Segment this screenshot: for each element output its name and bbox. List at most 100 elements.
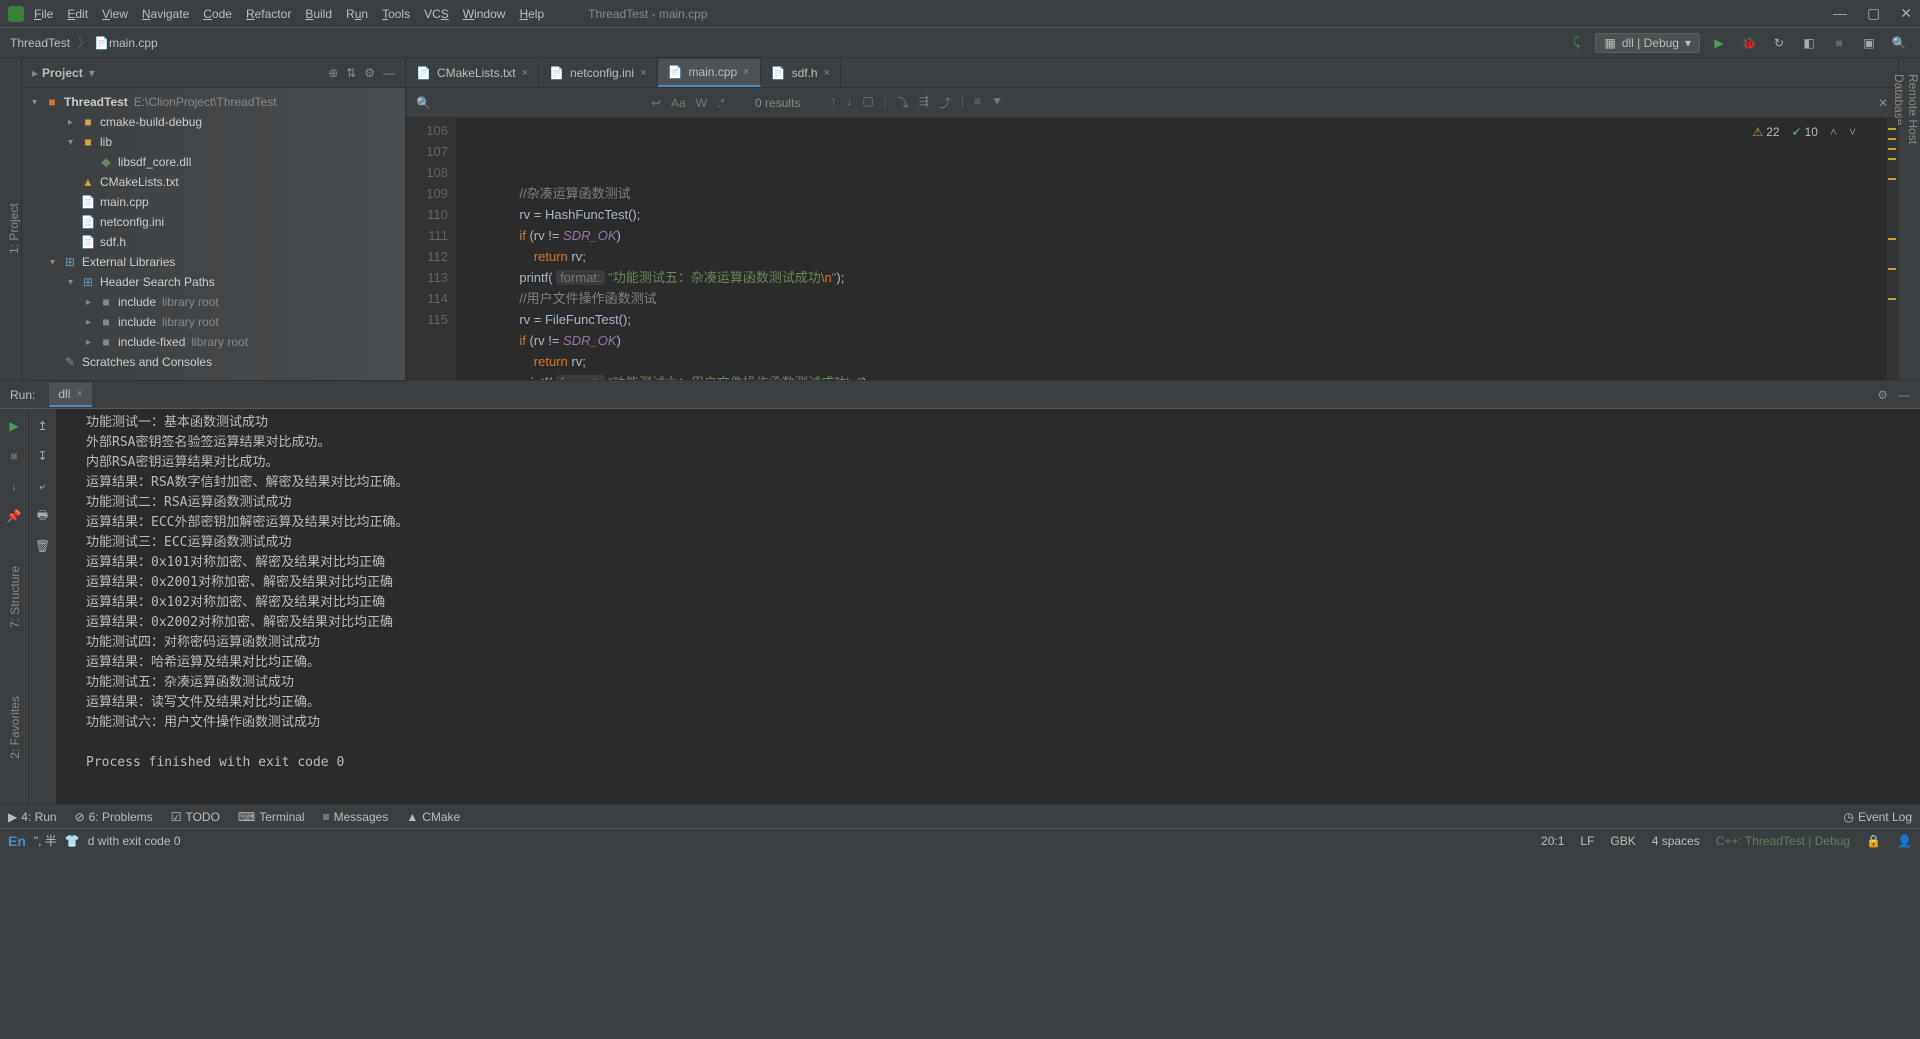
locate-icon[interactable]: ⊕: [328, 66, 338, 80]
select-all-icon[interactable]: ▢: [862, 94, 873, 111]
tree-item[interactable]: ◆libsdf_core.dll: [22, 152, 405, 172]
caret-position[interactable]: 20:1: [1541, 834, 1564, 848]
prev-search-icon[interactable]: ↩: [651, 96, 661, 110]
minimize-panel-icon[interactable]: —: [1898, 388, 1910, 402]
lock-icon[interactable]: 🔒: [1866, 834, 1881, 848]
menu-build[interactable]: Build: [305, 7, 332, 21]
up-stack-icon[interactable]: ↥: [32, 415, 54, 437]
menu-file[interactable]: File: [34, 7, 53, 21]
tree-item[interactable]: ▸■includelibrary root: [22, 312, 405, 332]
tree-item[interactable]: 📄main.cpp: [22, 192, 405, 212]
tab-todo[interactable]: ☑ TODO: [171, 810, 220, 824]
project-tree[interactable]: ▾ ■ ThreadTest E:\ClionProject\ThreadTes…: [22, 88, 405, 380]
tree-item[interactable]: 📄sdf.h: [22, 232, 405, 252]
menu-tools[interactable]: Tools: [382, 7, 410, 21]
match-case-icon[interactable]: Aa: [671, 96, 686, 110]
ime-indicator[interactable]: En: [8, 833, 26, 849]
tree-item[interactable]: ▾⊞Header Search Paths: [22, 272, 405, 292]
tree-item[interactable]: ✎Scratches and Consoles: [22, 352, 405, 372]
select-occ-icon[interactable]: ⇶: [919, 94, 929, 111]
editor-tab[interactable]: 📄CMakeLists.txt×: [406, 59, 539, 87]
close-icon[interactable]: ×: [522, 67, 528, 79]
close-icon[interactable]: ×: [743, 66, 749, 78]
stripe-project-tab[interactable]: 1: Project: [7, 78, 21, 380]
stop-run-button[interactable]: ■: [3, 445, 25, 467]
menu-navigate[interactable]: Navigate: [142, 7, 189, 21]
code-editor[interactable]: 22 10 ˄ ˅ //杂凑运算函数测试 rv = HashFuncTest()…: [456, 118, 1886, 380]
gear-icon[interactable]: ⚙: [1877, 388, 1888, 402]
next-match-icon[interactable]: ↓: [846, 94, 852, 111]
run-tab-dll[interactable]: dll ×: [49, 383, 91, 407]
ok-count[interactable]: 10: [1792, 122, 1818, 143]
ime-shirt-icon[interactable]: 👕: [65, 834, 80, 848]
tab-cmake[interactable]: ▲ CMake: [406, 810, 460, 824]
expand-icon[interactable]: ⇅: [346, 66, 356, 80]
menu-run[interactable]: Run: [346, 7, 368, 21]
hide-icon[interactable]: —: [383, 66, 395, 80]
error-stripe[interactable]: [1886, 118, 1898, 380]
menu-refactor[interactable]: Refactor: [246, 7, 291, 21]
exit-button[interactable]: ↓: [3, 475, 25, 497]
regex-icon[interactable]: .*: [717, 96, 725, 110]
pin-button[interactable]: 📌: [3, 505, 25, 527]
build-context[interactable]: C++: ThreadTest | Debug: [1716, 834, 1850, 848]
print-icon[interactable]: 🖶: [32, 505, 54, 527]
run-button[interactable]: ▶: [1708, 32, 1730, 54]
line-ending[interactable]: LF: [1580, 834, 1594, 848]
tree-item[interactable]: ▸■includelibrary root: [22, 292, 405, 312]
coverage-button[interactable]: ↻: [1768, 32, 1790, 54]
menu-edit[interactable]: Edit: [67, 7, 88, 21]
menu-code[interactable]: Code: [203, 7, 232, 21]
tree-item[interactable]: ▲CMakeLists.txt: [22, 172, 405, 192]
tree-item[interactable]: ▸■cmake-build-debug: [22, 112, 405, 132]
close-icon[interactable]: ×: [824, 67, 830, 79]
menu-help[interactable]: Help: [519, 7, 544, 21]
filter-settings-icon[interactable]: ≡: [974, 94, 981, 111]
close-button[interactable]: ✕: [1900, 5, 1912, 22]
words-icon[interactable]: W: [696, 96, 707, 110]
maximize-button[interactable]: ▢: [1867, 5, 1880, 22]
console-output[interactable]: 功能测试一：基本函数测试成功 外部RSA密钥签名验签运算结果对比成功。 内部RS…: [56, 409, 1920, 804]
rerun-button[interactable]: ▶: [3, 415, 25, 437]
editor-tab[interactable]: 📄netconfig.ini×: [539, 59, 657, 87]
clear-icon[interactable]: 🗑: [32, 535, 54, 557]
prev-match-icon[interactable]: ↑: [830, 94, 836, 111]
tab-event-log[interactable]: ◷ Event Log: [1843, 810, 1912, 824]
filter-icon[interactable]: ▼: [991, 94, 1003, 111]
file-encoding[interactable]: GBK: [1610, 834, 1635, 848]
search-everywhere-icon[interactable]: 🔍: [1888, 32, 1910, 54]
run-config-selector[interactable]: ▦ dll | Debug ▾: [1595, 33, 1700, 53]
breadcrumb-project[interactable]: ThreadTest: [10, 36, 70, 50]
indent-setting[interactable]: 4 spaces: [1652, 834, 1700, 848]
remove-occ-icon[interactable]: ⤴: [939, 94, 951, 111]
tree-item[interactable]: ▾⊞External Libraries: [22, 252, 405, 272]
nav-down-icon[interactable]: ˅: [1849, 122, 1856, 143]
nav-up-icon[interactable]: ˄: [1830, 122, 1837, 143]
profile-button[interactable]: ◧: [1798, 32, 1820, 54]
wrap-icon[interactable]: ⤶: [32, 475, 54, 497]
close-icon[interactable]: ×: [640, 67, 646, 79]
editor-tab[interactable]: 📄sdf.h×: [761, 59, 841, 87]
tree-item[interactable]: ▸■include-fixedlibrary root: [22, 332, 405, 352]
stripe-remote-host[interactable]: Remote Host: [1906, 68, 1920, 380]
stripe-favorites-tab[interactable]: 2: Favorites: [8, 690, 22, 765]
tree-root[interactable]: ▾ ■ ThreadTest E:\ClionProject\ThreadTes…: [22, 92, 405, 112]
tab-terminal[interactable]: ⌨ Terminal: [238, 810, 305, 824]
ime-half-icon[interactable]: ", 半: [34, 832, 57, 849]
search-input[interactable]: [441, 95, 641, 110]
minimize-button[interactable]: —: [1833, 5, 1847, 22]
add-selection-icon[interactable]: ⤵: [897, 94, 909, 111]
down-stack-icon[interactable]: ↧: [32, 445, 54, 467]
menu-window[interactable]: Window: [463, 7, 506, 21]
settings-icon[interactable]: ⚙: [364, 66, 375, 80]
inspector-icon[interactable]: 👤: [1897, 834, 1912, 848]
project-panel-title[interactable]: Project: [42, 66, 83, 80]
tree-item[interactable]: ▾■lib: [22, 132, 405, 152]
editor-tab[interactable]: 📄main.cpp×: [658, 59, 761, 87]
menu-view[interactable]: View: [102, 7, 128, 21]
debug-button[interactable]: 🐞: [1738, 32, 1760, 54]
inspection-indicators[interactable]: 22 10 ˄ ˅: [1752, 122, 1856, 143]
tree-item[interactable]: 📄netconfig.ini: [22, 212, 405, 232]
stripe-structure-tab[interactable]: 7: Structure: [8, 560, 22, 634]
stop-button[interactable]: ■: [1828, 32, 1850, 54]
